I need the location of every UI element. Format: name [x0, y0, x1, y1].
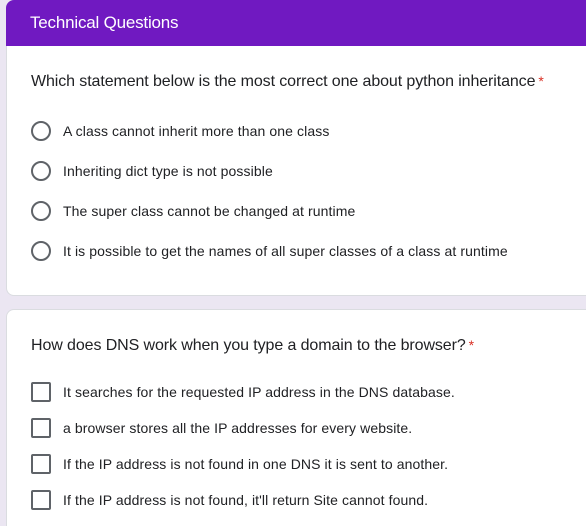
option-label: If the IP address is not found, it'll re… — [63, 492, 429, 508]
option-label: A class cannot inherit more than one cla… — [63, 123, 330, 139]
radio-option[interactable]: The super class cannot be changed at run… — [31, 201, 355, 221]
required-asterisk: * — [538, 73, 544, 89]
checkbox-option[interactable]: It searches for the requested IP address… — [31, 382, 455, 402]
checkbox[interactable] — [31, 454, 51, 474]
question-card-dns: How does DNS work when you type a domain… — [6, 309, 586, 526]
option-label: It searches for the requested IP address… — [63, 384, 455, 400]
radio-button[interactable] — [31, 241, 51, 261]
option-label: It is possible to get the names of all s… — [63, 243, 508, 259]
radio-option[interactable]: A class cannot inherit more than one cla… — [31, 121, 329, 141]
checkbox[interactable] — [31, 418, 51, 438]
radio-option[interactable]: It is possible to get the names of all s… — [31, 241, 508, 261]
option-label: Inheriting dict type is not possible — [63, 163, 273, 179]
checkbox[interactable] — [31, 382, 51, 402]
radio-option[interactable]: Inheriting dict type is not possible — [31, 161, 273, 181]
checkbox-option[interactable]: If the IP address is not found, it'll re… — [31, 490, 428, 510]
option-label: The super class cannot be changed at run… — [63, 203, 356, 219]
question-title: How does DNS work when you type a domain… — [31, 337, 474, 355]
radio-button[interactable] — [31, 161, 51, 181]
option-label: If the IP address is not found in one DN… — [63, 456, 449, 472]
required-asterisk: * — [468, 337, 474, 353]
checkbox-option[interactable]: a browser stores all the IP addresses fo… — [31, 418, 412, 438]
section-title: Technical Questions — [30, 13, 179, 32]
question-title: Which statement below is the most correc… — [31, 73, 544, 91]
checkbox-option[interactable]: If the IP address is not found in one DN… — [31, 454, 448, 474]
question-card-python-inheritance: Which statement below is the most correc… — [6, 46, 586, 296]
radio-button[interactable] — [31, 121, 51, 141]
radio-button[interactable] — [31, 201, 51, 221]
question-text: How does DNS work when you type a domain… — [31, 337, 466, 354]
checkbox[interactable] — [31, 490, 51, 510]
option-label: a browser stores all the IP addresses fo… — [63, 420, 413, 436]
question-text: Which statement below is the most correc… — [31, 73, 536, 90]
section-header: Technical Questions — [6, 0, 586, 46]
